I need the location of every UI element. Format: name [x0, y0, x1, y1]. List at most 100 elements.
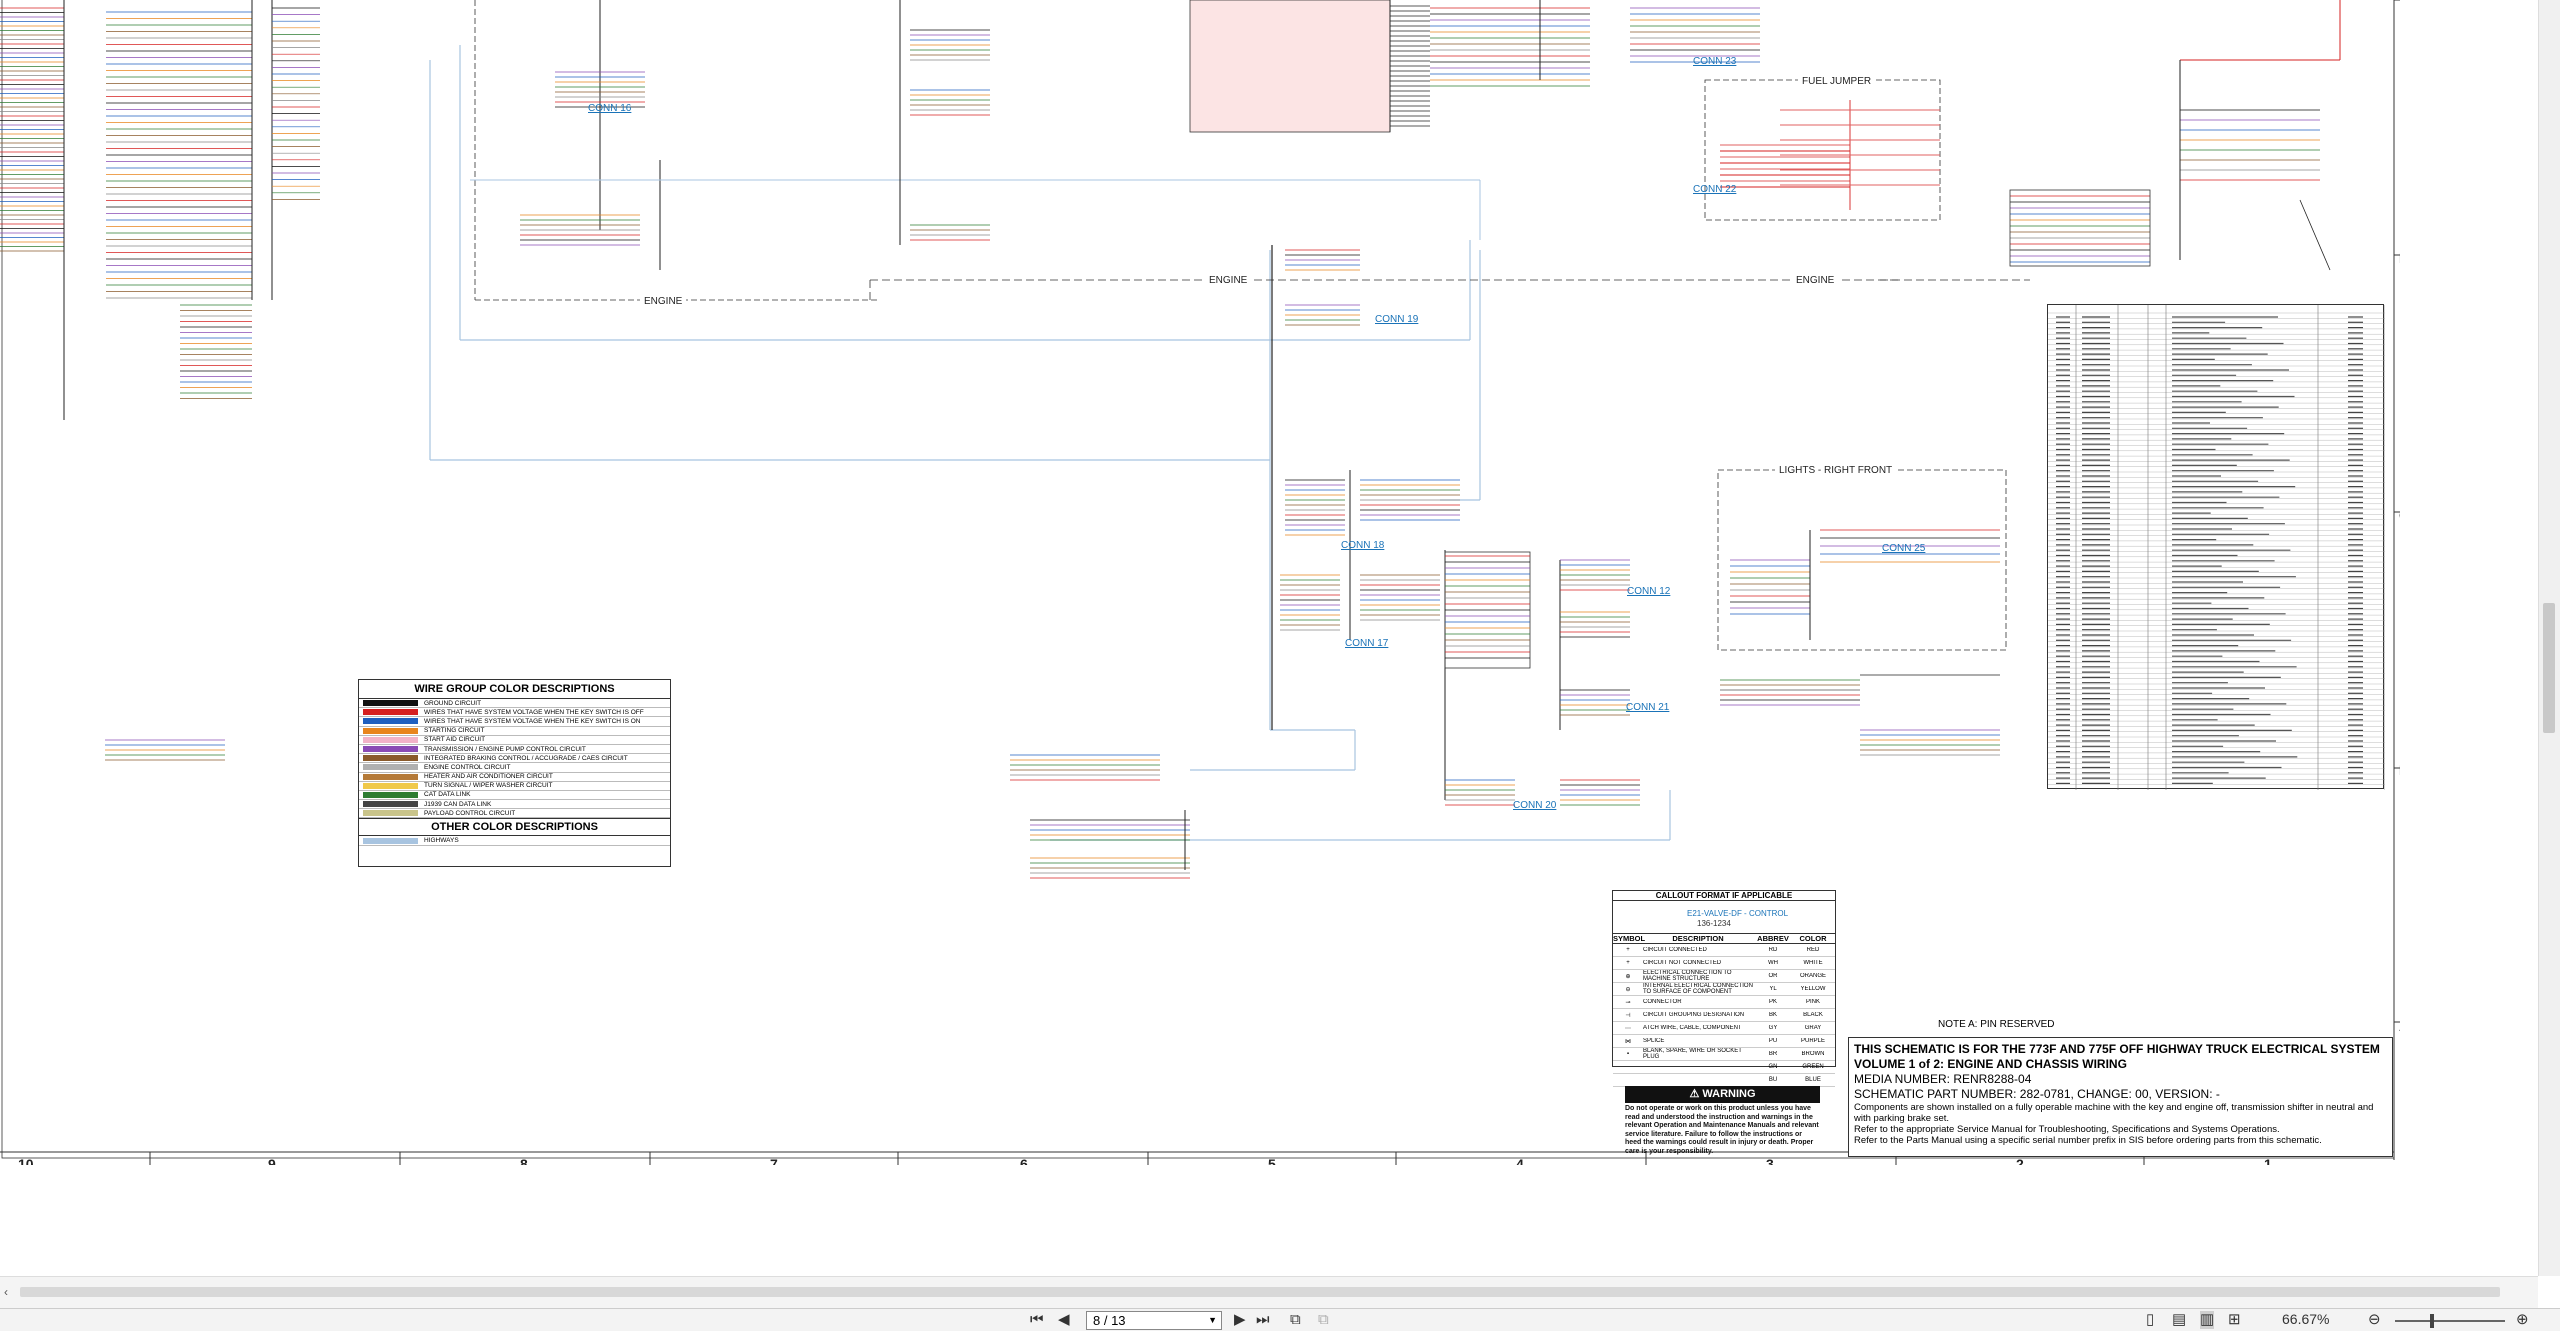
connector-label[interactable]: CONN 25	[1882, 543, 1925, 554]
symbol-cell-abbrev: OR	[1768, 973, 1778, 979]
symbol-cell-sym: +	[1626, 960, 1630, 966]
symbol-cell-desc: BLANK, SPARE, WIRE OR SOCKET PLUG	[1643, 1048, 1742, 1060]
legend-label: GROUND CIRCUIT	[424, 699, 482, 707]
legend-swatch	[363, 736, 418, 743]
pdf-viewer: ENGINE ENGINE ENGINE FUEL JUMPER LIGHTS …	[0, 0, 2560, 1331]
connector-label[interactable]: CONN 19	[1375, 314, 1418, 325]
next-view-icon[interactable]: ⧉	[1318, 1311, 1329, 1329]
connector-label[interactable]: CONN 17	[1345, 638, 1388, 649]
legend-swatch	[363, 764, 418, 771]
symbol-cell-color: YELLOW	[1800, 986, 1826, 992]
next-page-icon[interactable]: ▶	[1234, 1311, 1246, 1329]
symbol-row: ⊖ INTERNAL ELECTRICAL CONNECTION TO SURFA…	[1613, 983, 1835, 996]
symbol-cell-color: BROWN	[1801, 1051, 1825, 1057]
symbol-cell-desc: ELECTRICAL CONNECTION TO MACHINE STRUCTU…	[1643, 970, 1732, 982]
callout-format-box: CALLOUT FORMAT IF APPLICABLE E21-VALVE-D…	[1612, 890, 1836, 936]
connector-label[interactable]: CONN 18	[1341, 540, 1384, 551]
symbol-cell-color: ORANGE	[1799, 973, 1826, 979]
zone-number: 3	[1766, 1156, 1774, 1165]
group-label-engine-right: ENGINE	[1792, 275, 1839, 286]
symbol-cell-abbrev: YL	[1769, 986, 1777, 992]
symbol-cell-desc: ATCH WIRE, CABLE, COMPONENT	[1643, 1025, 1742, 1031]
symbol-cell-color: GREEN	[1802, 1064, 1824, 1070]
warning-text: Do not operate or work on this product u…	[1625, 1105, 1819, 1155]
connector-label[interactable]: CONN 12	[1627, 586, 1670, 597]
schematic-box	[1, 0, 2395, 1159]
legend-swatch	[363, 727, 418, 734]
connector-label[interactable]: CONN 16	[588, 103, 631, 114]
legend-swatch	[363, 791, 418, 798]
legend-title: WIRE GROUP COLOR DESCRIPTIONS	[359, 680, 670, 699]
symbol-row: + CIRCUIT CONNECTED RD RED	[1613, 944, 1835, 957]
header-abbrev: ABBREV	[1757, 934, 1789, 943]
legend-label: WIRES THAT HAVE SYSTEM VOLTAGE WHEN THE …	[424, 708, 644, 716]
first-page-icon[interactable]: ⏮	[1030, 1311, 1044, 1329]
title-part-number: SCHEMATIC PART NUMBER: 282-0781, CHANGE:…	[1854, 1087, 2220, 1101]
zone-number: 6	[1020, 1156, 1028, 1165]
zone-number: 1	[2264, 1156, 2272, 1165]
group-label-fuel-jumper: FUEL JUMPER	[1798, 76, 1876, 87]
legend-swatch	[363, 837, 418, 844]
warning-box: ⚠ WARNING Do not operate or work on this…	[1625, 1086, 1820, 1155]
zoom-level[interactable]: 66.67%	[2282, 1311, 2329, 1327]
page-number-input[interactable]: 8 / 13 ▼	[1086, 1311, 1222, 1330]
schematic-page: ENGINE ENGINE ENGINE FUEL JUMPER LIGHTS …	[0, 0, 2400, 1165]
last-page-icon[interactable]: ⏭	[1256, 1311, 1270, 1329]
continuous-view-icon[interactable]: ▤	[2172, 1311, 2186, 1329]
group-label-lights-right-front: LIGHTS - RIGHT FRONT	[1775, 465, 1897, 476]
symbol-cell-abbrev: RD	[1768, 947, 1778, 953]
header-symbol: SYMBOL	[1613, 934, 1646, 943]
symbol-cell-abbrev: BU	[1768, 1077, 1778, 1083]
symbol-cell-color: PINK	[1805, 999, 1820, 1005]
connector-label[interactable]: CONN 20	[1513, 800, 1556, 811]
symbol-cell-sym: ▪	[1626, 1051, 1630, 1057]
connector-label[interactable]: CONN 21	[1626, 702, 1669, 713]
symbol-cell-abbrev: GY	[1768, 1025, 1778, 1031]
title-line-2: VOLUME 1 of 2: ENGINE AND CHASSIS WIRING	[1854, 1057, 2127, 1071]
bottom-toolbar: ⏮ ◀ 8 / 13 ▼ ▶ ⏭ ⧉ ⧉ ▯ ▤ ▥ ⊞ 66.67% ⊖ ⊕	[0, 1308, 2560, 1331]
connector-label[interactable]: CONN 22	[1693, 184, 1736, 195]
scroll-left-icon[interactable]: ‹	[4, 1285, 8, 1299]
legend-swatch	[363, 801, 418, 808]
legend-row: PAYLOAD CONTROL CIRCUIT	[359, 809, 670, 819]
symbol-cell-color: GRAY	[1804, 1025, 1822, 1031]
row-letter: C	[2399, 507, 2400, 523]
callout-title: CALLOUT FORMAT IF APPLICABLE	[1613, 891, 1835, 901]
symbol-cell-sym: ⊕	[1625, 973, 1631, 980]
two-page-view-icon[interactable]: ▥	[2200, 1311, 2215, 1329]
header-color: COLOR	[1799, 934, 1827, 943]
zoom-slider-handle[interactable]	[2430, 1314, 2434, 1328]
symbol-row: ▪ BLANK, SPARE, WIRE OR SOCKET PLUG BR BROW…	[1613, 1048, 1835, 1061]
legend-swatch	[363, 782, 418, 789]
legend-label: START AID CIRCUIT	[424, 736, 486, 744]
title-media-number: MEDIA NUMBER: RENR8288-04	[1854, 1072, 2032, 1086]
previous-view-icon[interactable]: ⧉	[1290, 1311, 1301, 1329]
legend-swatch	[363, 746, 418, 753]
vertical-scrollbar[interactable]	[2538, 0, 2560, 1276]
symbol-cell-color: WHITE	[1803, 960, 1823, 966]
previous-page-icon[interactable]: ◀	[1058, 1311, 1070, 1329]
legend-row: HEATER AND AIR CONDITIONER CIRCUIT	[359, 773, 670, 782]
single-page-view-icon[interactable]: ▯	[2146, 1311, 2154, 1329]
zoom-in-icon[interactable]: ⊕	[2516, 1311, 2529, 1329]
legend-label: HEATER AND AIR CONDITIONER CIRCUIT	[424, 773, 553, 781]
horizontal-scrollbar[interactable]: ‹	[0, 1276, 2538, 1308]
group-label-engine-mid: ENGINE	[1205, 275, 1252, 286]
horizontal-scroll-thumb[interactable]	[20, 1287, 2500, 1297]
row-letter: A	[2399, 1018, 2400, 1034]
connector-label[interactable]: CONN 23	[1693, 56, 1736, 67]
symbol-cell-abbrev: WH	[1768, 960, 1778, 966]
page-dropdown-icon[interactable]: ▼	[1208, 1312, 1217, 1329]
title-block: THIS SCHEMATIC IS FOR THE 773F AND 775F …	[1848, 1037, 2393, 1157]
row-letter: B	[2399, 762, 2400, 778]
vertical-scroll-thumb[interactable]	[2543, 603, 2555, 733]
zone-number: 8	[520, 1156, 528, 1165]
zoom-out-icon[interactable]: ⊖	[2368, 1311, 2381, 1329]
two-page-continuous-icon[interactable]: ⊞	[2228, 1311, 2241, 1329]
legend-label: J1939 CAN DATA LINK	[424, 800, 492, 808]
legend-label: ENGINE CONTROL CIRCUIT	[424, 763, 511, 771]
symbol-cell-abbrev: BK	[1768, 1012, 1777, 1018]
zone-number: 5	[1268, 1156, 1276, 1165]
zoom-slider[interactable]	[2395, 1320, 2505, 1322]
parts-list-table	[2047, 304, 2385, 790]
